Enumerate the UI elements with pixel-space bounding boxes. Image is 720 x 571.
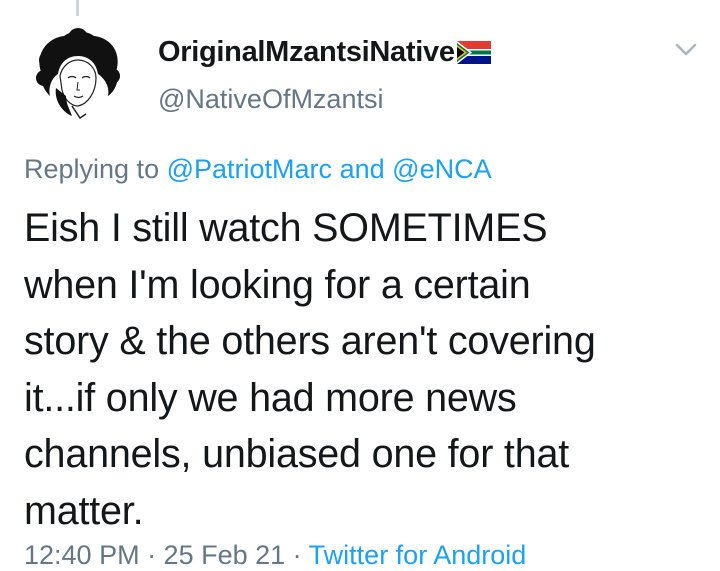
tweet-text-line: when I'm looking for a certain [24,262,531,307]
tweet-text-line: story & the others aren't covering [24,319,596,363]
avatar[interactable] [24,26,128,130]
avatar-illustration-icon [24,26,128,130]
tweet-text-line: channels, unbiased one for that [24,432,570,476]
tweet-body: Eish I still watch SOMETIMES when I'm lo… [24,200,704,539]
south-africa-flag-icon [456,41,491,64]
tweet-menu-button[interactable] [670,36,702,64]
tweet-text-line: matter. [24,488,144,533]
display-name[interactable]: OriginalMzantsiNative [158,36,455,69]
user-handle[interactable]: @NativeOfMzantsi [158,84,383,115]
thread-connector-line [76,0,79,16]
tweet-source-link[interactable]: Twitter for Android [309,540,527,570]
reply-context: Replying to @PatriotMarc and @eNCA [24,154,492,185]
mention-link[interactable]: @PatriotMarc [167,154,332,184]
tweet-text-line: it...if only we had more news [24,375,517,420]
tweet-timestamp[interactable]: 12:40 PM · 25 Feb 21 · [24,540,302,570]
tweet-metadata: 12:40 PM · 25 Feb 21 · Twitter for Andro… [24,540,526,571]
tweet-text-line: Eish I still watch SOMETIMES [24,206,548,250]
author-name-row[interactable]: OriginalMzantsiNative [158,36,491,69]
chevron-down-icon [675,43,697,56]
mention-link[interactable]: @eNCA [392,154,491,184]
reply-joiner[interactable]: and [340,154,385,184]
reply-prefix: Replying to [24,154,160,184]
